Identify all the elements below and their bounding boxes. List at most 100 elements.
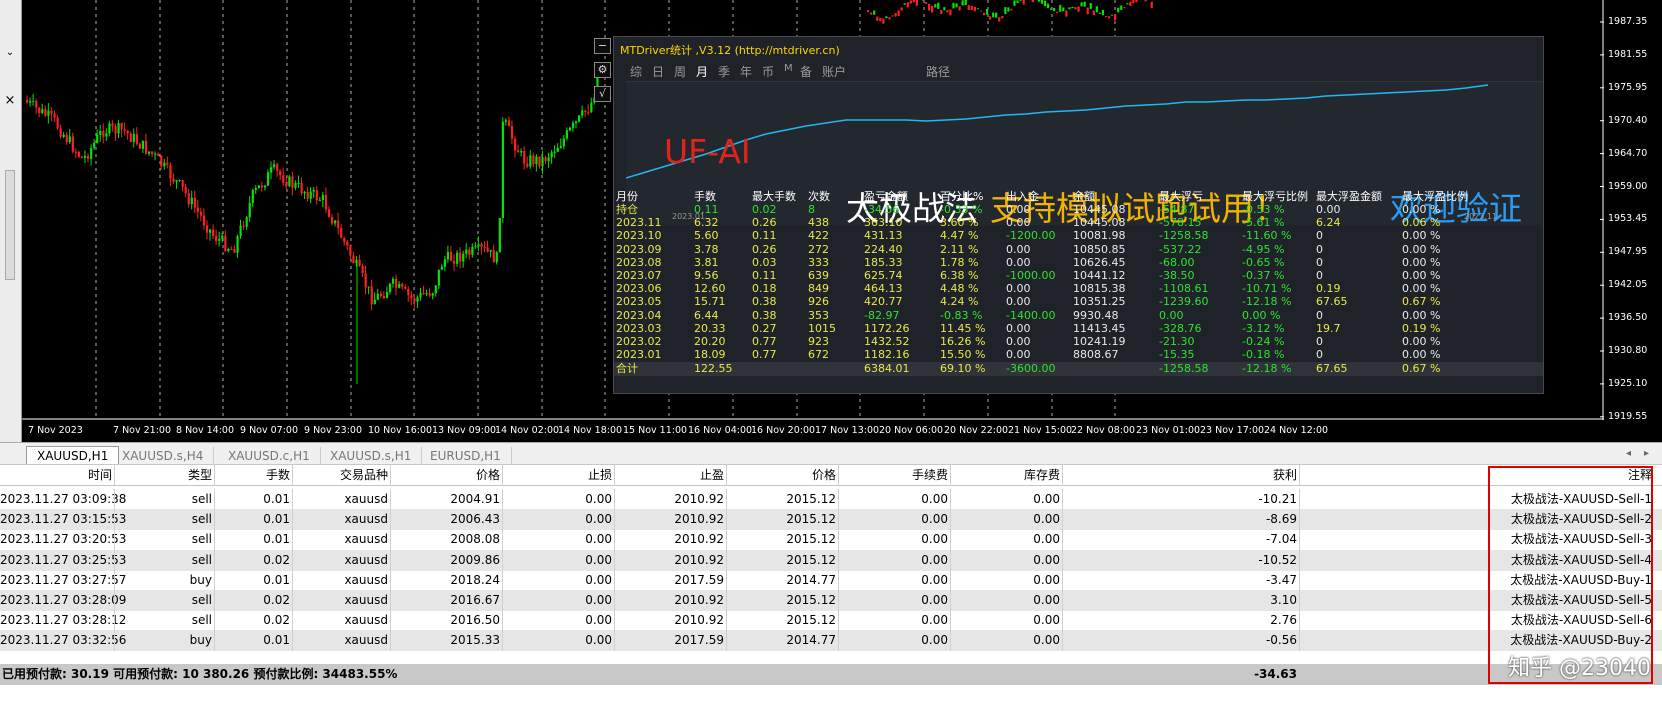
column-separator [726,630,727,652]
candle-body [239,225,242,237]
order-row[interactable]: 2023.11.27 03:15:53 sell 0.01 xauusd 2006.43… [0,509,1662,531]
close-icon[interactable]: × [2,94,18,108]
candle-body [349,245,352,256]
column-separator [390,509,391,531]
column-header[interactable]: 时间 [0,465,112,486]
candle-body [453,260,456,264]
tab-xauusd-s-h1[interactable]: XAUUSD.s,H1 [320,447,423,465]
candle-body [550,152,553,158]
order-row[interactable]: 2023.11.27 03:28:09 sell 0.02 xauusd 2016.67… [0,590,1662,611]
candle-body [315,190,318,201]
tab-xauusd-c-h1[interactable]: XAUUSD.c,H1 [218,447,321,465]
column-header[interactable]: 价格 [392,465,500,486]
column-header[interactable]: 止损 [504,465,612,486]
order-cell: -10.21 [1258,492,1297,506]
tab-eurusd-h1[interactable]: EURUSD,H1 [420,447,512,465]
panel-title: MTDriver统计 ,V3.12 (http://mtdriver.cn) [620,44,840,57]
column-header[interactable]: 止盈 [616,465,724,486]
column-separator [838,630,839,652]
order-row[interactable]: 2023.11.27 03:27:57 buy 0.01 xauusd 2018.24 0… [0,569,1662,591]
tab-path[interactable]: 路径 [926,63,950,80]
candle-body [1135,0,1138,3]
order-cell: 0.00 [1033,552,1060,567]
candle-body [309,191,312,199]
column-header[interactable]: 库存费 [952,465,1060,486]
candle-body [495,252,498,263]
tab-xauusd-s-h4[interactable]: XAUUSD.s,H4 [112,447,215,465]
tab-week[interactable]: 周 [674,63,686,80]
column-separator [214,529,215,551]
candle-body [93,142,96,148]
tab-month[interactable]: 月 [696,63,708,80]
column-separator [390,549,391,571]
order-row[interactable]: 2023.11.27 03:28:12 sell 0.02 xauusd 2016.50… [0,610,1662,632]
candle-body [41,109,44,114]
minimize-icon[interactable]: − [594,38,611,54]
stats-cell: -15.35 [1159,348,1195,362]
order-cell: 2023.11.27 03:25:53 [0,552,127,567]
tab-summary[interactable]: 综 [630,63,642,80]
candle-body [114,126,117,134]
column-separator [292,569,293,591]
order-row[interactable]: 2023.11.27 03:25:53 sell 0.02 xauusd 2009.86… [0,549,1662,571]
candle-body [111,123,114,127]
candle-body [559,146,562,148]
stats-cell: 20.33 [694,321,726,335]
vertical-scrollbar[interactable] [5,170,15,280]
candle-body [395,278,398,288]
candle-body [1004,7,1007,15]
order-row[interactable]: 2023.11.27 03:32:56 buy 0.01 xauusd 2015.33 0… [0,630,1662,652]
order-cell: 0.00 [921,512,948,527]
stats-cell: 2023.10 [616,229,662,243]
stats-cell: 0 [1316,348,1323,362]
candle-body [96,135,99,143]
order-row[interactable]: 2023.11.27 03:20:53 sell 0.01 xauusd 2008.08… [0,529,1662,551]
tab-year[interactable]: 年 [740,63,752,80]
tab-prev-icon[interactable]: ◂ [1626,448,1631,459]
order-cell: 2009.86 [450,552,500,567]
candle-body [888,17,891,20]
order-cell: 2023.11.27 03:27:57 [0,572,127,587]
column-header[interactable]: 手数 [216,465,290,486]
candle-body [32,100,35,102]
column-header[interactable]: 价格 [728,465,836,486]
order-row[interactable]: 2023.11.27 03:09:38 sell 0.01 xauusd 2004.91… [0,489,1662,510]
candle-body [1086,7,1089,15]
candle-body [943,7,946,11]
column-separator [502,569,503,591]
column-header[interactable]: 手续费 [840,465,948,486]
column-separator [114,569,115,591]
tab-m[interactable]: M [784,63,793,74]
candle-body [556,147,559,152]
check-icon[interactable]: √ [594,86,611,102]
candle-body [364,273,367,288]
settings-icon[interactable]: ⚙ [594,62,611,78]
tab-next-icon[interactable]: ▸ [1644,448,1649,459]
column-separator [292,549,293,571]
stats-cell: 0.00 [1316,203,1341,216]
tab-currency[interactable]: 币 [762,63,774,80]
column-header[interactable]: 获利 [1064,465,1297,486]
tab-xauusd-h1[interactable]: XAUUSD,H1 [26,446,120,464]
candle-body [568,127,572,131]
column-separator [502,590,503,611]
column-separator [292,630,293,652]
order-cell: 0.02 [263,593,290,607]
column-separator [614,569,615,591]
scroll-down-icon[interactable]: ⌄ [2,46,18,60]
order-cell: 2018.24 [450,572,500,587]
column-separator [292,465,293,486]
tab-account[interactable]: 账户 [822,63,846,80]
column-separator [214,569,215,591]
margin-summary: 已用预付款: 30.19 可用预付款: 10 380.26 预付款比例: 344… [2,667,398,681]
tab-quarter[interactable]: 季 [718,63,730,80]
tab-notes[interactable]: 备 [800,63,812,80]
column-header[interactable]: 类型 [116,465,212,486]
column-header[interactable]: 交易品种 [294,465,388,486]
time-tick-label: 20 Nov 22:00 [944,425,1009,436]
tab-day[interactable]: 日 [652,63,664,80]
candle-body [242,225,245,227]
candle-body [178,180,181,182]
candle-body [385,292,389,299]
column-separator [1062,610,1063,632]
